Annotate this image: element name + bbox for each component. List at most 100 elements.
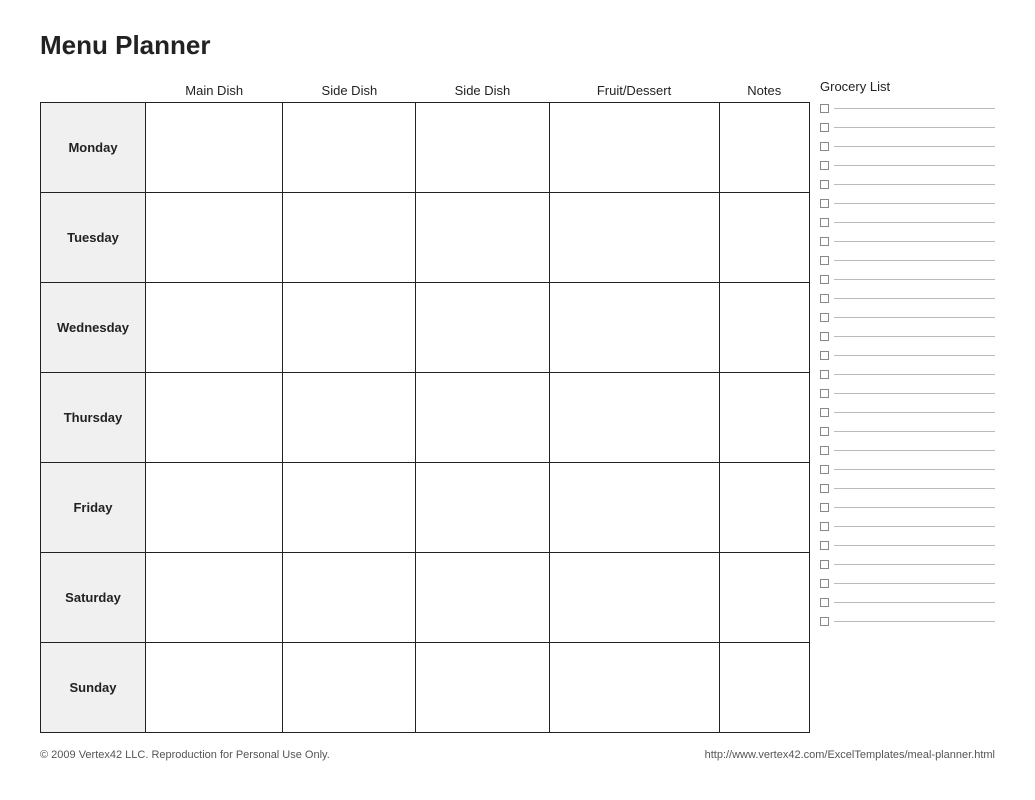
grocery-item bbox=[820, 556, 995, 573]
day-label-wednesday: Wednesday bbox=[41, 283, 146, 373]
cell-monday-col4[interactable] bbox=[719, 103, 809, 193]
cell-saturday-col1[interactable] bbox=[283, 553, 416, 643]
cell-monday-col0[interactable] bbox=[146, 103, 283, 193]
cell-wednesday-col3[interactable] bbox=[549, 283, 719, 373]
grocery-line bbox=[834, 412, 995, 413]
cell-thursday-col0[interactable] bbox=[146, 373, 283, 463]
grocery-line bbox=[834, 241, 995, 242]
grocery-checkbox[interactable] bbox=[820, 560, 829, 569]
cell-monday-col3[interactable] bbox=[549, 103, 719, 193]
planner-layout: Main Dish Side Dish Side Dish Fruit/Dess… bbox=[40, 79, 995, 733]
grocery-checkbox[interactable] bbox=[820, 484, 829, 493]
cell-tuesday-col2[interactable] bbox=[416, 193, 549, 283]
grocery-checkbox[interactable] bbox=[820, 427, 829, 436]
cell-sunday-col4[interactable] bbox=[719, 643, 809, 733]
grocery-item bbox=[820, 176, 995, 193]
col-header-main-dish: Main Dish bbox=[146, 79, 283, 103]
grocery-line bbox=[834, 507, 995, 508]
cell-friday-col0[interactable] bbox=[146, 463, 283, 553]
grocery-checkbox[interactable] bbox=[820, 313, 829, 322]
grocery-checkbox[interactable] bbox=[820, 598, 829, 607]
grocery-item bbox=[820, 119, 995, 136]
grocery-line bbox=[834, 583, 995, 584]
cell-friday-col4[interactable] bbox=[719, 463, 809, 553]
grocery-checkbox[interactable] bbox=[820, 351, 829, 360]
grocery-item bbox=[820, 328, 995, 345]
grocery-item bbox=[820, 537, 995, 554]
grocery-item bbox=[820, 157, 995, 174]
grocery-line bbox=[834, 108, 995, 109]
cell-tuesday-col1[interactable] bbox=[283, 193, 416, 283]
grocery-checkbox[interactable] bbox=[820, 408, 829, 417]
grocery-item bbox=[820, 309, 995, 326]
grocery-checkbox[interactable] bbox=[820, 332, 829, 341]
cell-friday-col2[interactable] bbox=[416, 463, 549, 553]
grocery-checkbox[interactable] bbox=[820, 503, 829, 512]
cell-wednesday-col2[interactable] bbox=[416, 283, 549, 373]
cell-saturday-col2[interactable] bbox=[416, 553, 549, 643]
grocery-line bbox=[834, 165, 995, 166]
grocery-checkbox[interactable] bbox=[820, 142, 829, 151]
cell-saturday-col4[interactable] bbox=[719, 553, 809, 643]
cell-tuesday-col4[interactable] bbox=[719, 193, 809, 283]
grocery-checkbox[interactable] bbox=[820, 294, 829, 303]
cell-saturday-col3[interactable] bbox=[549, 553, 719, 643]
grocery-item bbox=[820, 613, 995, 630]
grocery-item bbox=[820, 518, 995, 535]
grocery-checkbox[interactable] bbox=[820, 446, 829, 455]
grocery-item bbox=[820, 480, 995, 497]
grocery-checkbox[interactable] bbox=[820, 541, 829, 550]
grocery-line bbox=[834, 184, 995, 185]
day-label-monday: Monday bbox=[41, 103, 146, 193]
day-label-sunday: Sunday bbox=[41, 643, 146, 733]
grocery-checkbox[interactable] bbox=[820, 465, 829, 474]
grocery-checkbox[interactable] bbox=[820, 123, 829, 132]
cell-wednesday-col0[interactable] bbox=[146, 283, 283, 373]
cell-friday-col1[interactable] bbox=[283, 463, 416, 553]
grocery-checkbox[interactable] bbox=[820, 617, 829, 626]
cell-saturday-col0[interactable] bbox=[146, 553, 283, 643]
grocery-checkbox[interactable] bbox=[820, 256, 829, 265]
cell-thursday-col1[interactable] bbox=[283, 373, 416, 463]
grocery-checkbox[interactable] bbox=[820, 389, 829, 398]
day-label-saturday: Saturday bbox=[41, 553, 146, 643]
cell-friday-col3[interactable] bbox=[549, 463, 719, 553]
grocery-item bbox=[820, 347, 995, 364]
grocery-line bbox=[834, 203, 995, 204]
cell-sunday-col2[interactable] bbox=[416, 643, 549, 733]
cell-tuesday-col0[interactable] bbox=[146, 193, 283, 283]
grocery-checkbox[interactable] bbox=[820, 218, 829, 227]
grocery-checkbox[interactable] bbox=[820, 370, 829, 379]
footer-right: http://www.vertex42.com/ExcelTemplates/m… bbox=[705, 749, 995, 761]
grocery-line bbox=[834, 279, 995, 280]
grocery-checkbox[interactable] bbox=[820, 104, 829, 113]
cell-monday-col2[interactable] bbox=[416, 103, 549, 193]
cell-thursday-col4[interactable] bbox=[719, 373, 809, 463]
grocery-checkbox[interactable] bbox=[820, 275, 829, 284]
grocery-line bbox=[834, 545, 995, 546]
grocery-checkbox[interactable] bbox=[820, 579, 829, 588]
grocery-checkbox[interactable] bbox=[820, 180, 829, 189]
cell-monday-col1[interactable] bbox=[283, 103, 416, 193]
grocery-checkbox[interactable] bbox=[820, 237, 829, 246]
cell-thursday-col3[interactable] bbox=[549, 373, 719, 463]
grocery-item bbox=[820, 100, 995, 117]
grocery-line bbox=[834, 469, 995, 470]
grocery-line bbox=[834, 431, 995, 432]
cell-wednesday-col4[interactable] bbox=[719, 283, 809, 373]
grocery-checkbox[interactable] bbox=[820, 161, 829, 170]
grocery-line bbox=[834, 355, 995, 356]
grocery-item bbox=[820, 404, 995, 421]
grocery-item bbox=[820, 271, 995, 288]
footer-left: © 2009 Vertex42 LLC. Reproduction for Pe… bbox=[40, 749, 330, 761]
cell-sunday-col1[interactable] bbox=[283, 643, 416, 733]
cell-sunday-col0[interactable] bbox=[146, 643, 283, 733]
grocery-item bbox=[820, 499, 995, 516]
grocery-checkbox[interactable] bbox=[820, 522, 829, 531]
cell-wednesday-col1[interactable] bbox=[283, 283, 416, 373]
cell-sunday-col3[interactable] bbox=[549, 643, 719, 733]
grocery-checkbox[interactable] bbox=[820, 199, 829, 208]
cell-tuesday-col3[interactable] bbox=[549, 193, 719, 283]
grocery-item bbox=[820, 233, 995, 250]
cell-thursday-col2[interactable] bbox=[416, 373, 549, 463]
